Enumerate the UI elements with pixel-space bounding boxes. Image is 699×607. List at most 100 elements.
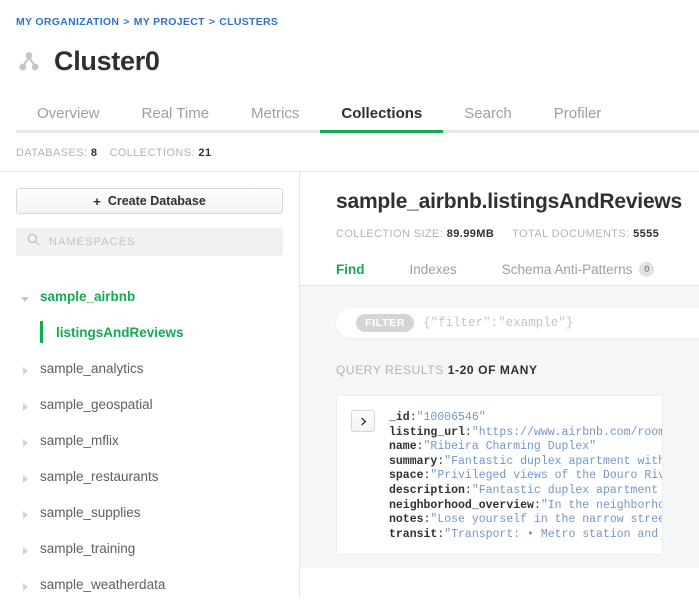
- filter-input[interactable]: FILTER {"filter":"example"}: [336, 308, 699, 338]
- collection-size-value: 89.99MB: [446, 228, 495, 240]
- document-field-row: neighborhood_overview:"In the neighborho…: [389, 499, 662, 514]
- collections-count: COLLECTIONS: 21: [109, 147, 211, 159]
- filter-pill-label: FILTER: [356, 314, 415, 332]
- sidebar-database-label: sample_mflix: [40, 432, 119, 448]
- namespace-search-placeholder: NAMESPACES: [49, 236, 136, 248]
- field-value: "Ribeira Charming Duplex": [423, 440, 597, 454]
- document-field-row: transit:"Transport: • Metro station and …: [389, 528, 662, 543]
- total-documents-stat: TOTAL DOCUMENTS: 5555: [512, 228, 659, 240]
- chevron-right-icon[interactable]: [20, 363, 30, 375]
- document-field-row: description:"Fantastic duplex apartment …: [389, 484, 662, 499]
- page-title: Cluster0: [54, 46, 160, 76]
- sub-tab-indexes[interactable]: Indexes: [410, 262, 457, 286]
- cluster-title-row: Cluster0: [16, 46, 683, 77]
- sidebar-database-sample-training[interactable]: sample_training: [16, 530, 283, 566]
- plus-icon: +: [93, 193, 101, 209]
- field-key: description: [389, 483, 465, 497]
- sidebar-database-sample-analytics[interactable]: sample_analytics: [16, 350, 283, 386]
- sidebar-database-sample-geospatial[interactable]: sample_geospatial: [16, 386, 283, 422]
- namespace-title: sample_airbnb.listingsAndReviews: [336, 190, 683, 213]
- sub-tab-schema-anti-patterns[interactable]: Schema Anti-Patterns 0: [502, 262, 655, 286]
- create-database-button[interactable]: + Create Database: [16, 188, 283, 214]
- tab-profiler[interactable]: Profiler: [533, 105, 623, 133]
- document-field-row: summary:"Fantastic duplex apartment with…: [389, 455, 662, 470]
- chevron-right-icon[interactable]: [20, 399, 30, 411]
- field-key: listing_url: [389, 425, 465, 439]
- chevron-right-icon[interactable]: [20, 435, 30, 447]
- sidebar-database-sample-weatherdata[interactable]: sample_weatherdata: [16, 566, 283, 598]
- page-header: MY ORGANIZATION > MY PROJECT > CLUSTERS …: [0, 0, 699, 77]
- sidebar-database-sample-airbnb[interactable]: sample_airbnb: [16, 278, 283, 314]
- namespace-sidebar: + Create Database NAMESPACES sample_airb…: [0, 172, 300, 598]
- breadcrumb-separator: >: [123, 16, 130, 28]
- query-results-label: QUERY RESULTS 1-20 OF MANY: [336, 363, 663, 377]
- chevron-right-icon[interactable]: [20, 507, 30, 519]
- tab-search[interactable]: Search: [443, 105, 533, 133]
- field-key: transit: [389, 527, 438, 541]
- sub-tab-indexes-label: Indexes: [409, 262, 457, 277]
- databases-count-label: DATABASES:: [16, 147, 88, 159]
- sidebar-database-sample-mflix[interactable]: sample_mflix: [16, 422, 283, 458]
- field-key: summary: [389, 454, 438, 468]
- breadcrumb-item-clusters[interactable]: CLUSTERS: [219, 16, 278, 28]
- query-area: FILTER {"filter":"example"} QUERY RESULT…: [300, 286, 699, 568]
- breadcrumb-item-project[interactable]: MY PROJECT: [134, 16, 205, 28]
- filter-placeholder: {"filter":"example"}: [423, 316, 574, 330]
- tab-collections[interactable]: Collections: [320, 105, 444, 133]
- chevron-right-icon[interactable]: [20, 471, 30, 483]
- field-key: name: [389, 440, 417, 454]
- breadcrumb: MY ORGANIZATION > MY PROJECT > CLUSTERS: [16, 16, 683, 28]
- database-counts: DATABASES: 8 COLLECTIONS: 21: [0, 133, 699, 171]
- total-documents-value: 5555: [633, 228, 660, 240]
- sidebar-database-label: sample_weatherdata: [40, 576, 166, 592]
- field-value: "Privileged views of the Douro River and: [430, 469, 662, 483]
- schema-anti-patterns-badge: 0: [639, 262, 655, 277]
- namespace-header: sample_airbnb.listingsAndReviews COLLECT…: [300, 172, 699, 240]
- field-colon: :: [464, 425, 472, 439]
- document-field-row: space:"Privileged views of the Douro Riv…: [389, 469, 662, 484]
- document-field-row: notes:"Lose yourself in the narrow stree…: [389, 513, 662, 528]
- namespace-search-input[interactable]: NAMESPACES: [16, 228, 283, 256]
- tab-metrics[interactable]: Metrics: [230, 105, 320, 133]
- body-split: + Create Database NAMESPACES sample_airb…: [0, 171, 699, 598]
- sub-tab-schema-anti-patterns-label: Schema Anti-Patterns: [501, 262, 633, 277]
- chevron-down-icon[interactable]: [20, 291, 30, 302]
- sidebar-database-sample-restaurants[interactable]: sample_restaurants: [16, 458, 283, 494]
- sidebar-collection-label: listingsAndReviews: [56, 324, 184, 340]
- field-value: "10006546": [416, 411, 486, 424]
- sub-tab-find[interactable]: Find: [336, 262, 365, 286]
- databases-count: DATABASES: 8: [16, 147, 97, 159]
- query-results-range: 1-20 OF MANY: [447, 363, 538, 377]
- sidebar-collection-listingsandreviews[interactable]: listingsAndReviews: [16, 314, 283, 350]
- document-field-row: listing_url:"https://www.airbnb.com/room…: [389, 426, 662, 441]
- search-icon: [27, 233, 40, 251]
- cluster-tabs: Overview Real Time Metrics Collections S…: [0, 97, 699, 133]
- field-colon: :: [533, 498, 541, 512]
- cluster-node-icon: [16, 49, 42, 75]
- database-tree: sample_airbnb listingsAndReviews sample_…: [16, 278, 283, 598]
- breadcrumb-item-organization[interactable]: MY ORGANIZATION: [16, 16, 119, 28]
- document-card: _id:"10006546" listing_url:"https://www.…: [336, 395, 663, 555]
- expand-document-button[interactable]: [351, 410, 375, 432]
- create-database-label: Create Database: [107, 194, 206, 208]
- field-value: "https://www.airbnb.com/rooms/100065: [471, 425, 662, 439]
- chevron-right-icon[interactable]: [20, 579, 30, 591]
- query-results-text: QUERY RESULTS: [336, 363, 444, 377]
- field-key: neighborhood_overview: [389, 498, 534, 512]
- sidebar-database-label: sample_training: [40, 540, 136, 556]
- document-field-row: name:"Ribeira Charming Duplex": [389, 440, 662, 455]
- document-field-row: _id:"10006546": [389, 411, 662, 426]
- field-key: _id: [389, 411, 410, 424]
- sidebar-database-sample-supplies[interactable]: sample_supplies: [16, 494, 283, 530]
- namespace-stats: COLLECTION SIZE: 89.99MB TOTAL DOCUMENTS…: [336, 228, 663, 240]
- tab-real-time[interactable]: Real Time: [121, 105, 231, 133]
- document-fields: _id:"10006546" listing_url:"https://www.…: [389, 410, 662, 554]
- selected-indicator: [40, 321, 43, 343]
- sub-tab-find-label: Find: [336, 262, 365, 277]
- chevron-right-icon[interactable]: [20, 543, 30, 555]
- tab-overview[interactable]: Overview: [16, 105, 121, 133]
- collection-size-stat: COLLECTION SIZE: 89.99MB: [336, 228, 494, 240]
- sub-tabs-underline: [300, 285, 699, 286]
- breadcrumb-separator: >: [208, 16, 216, 28]
- databases-count-value: 8: [90, 147, 98, 159]
